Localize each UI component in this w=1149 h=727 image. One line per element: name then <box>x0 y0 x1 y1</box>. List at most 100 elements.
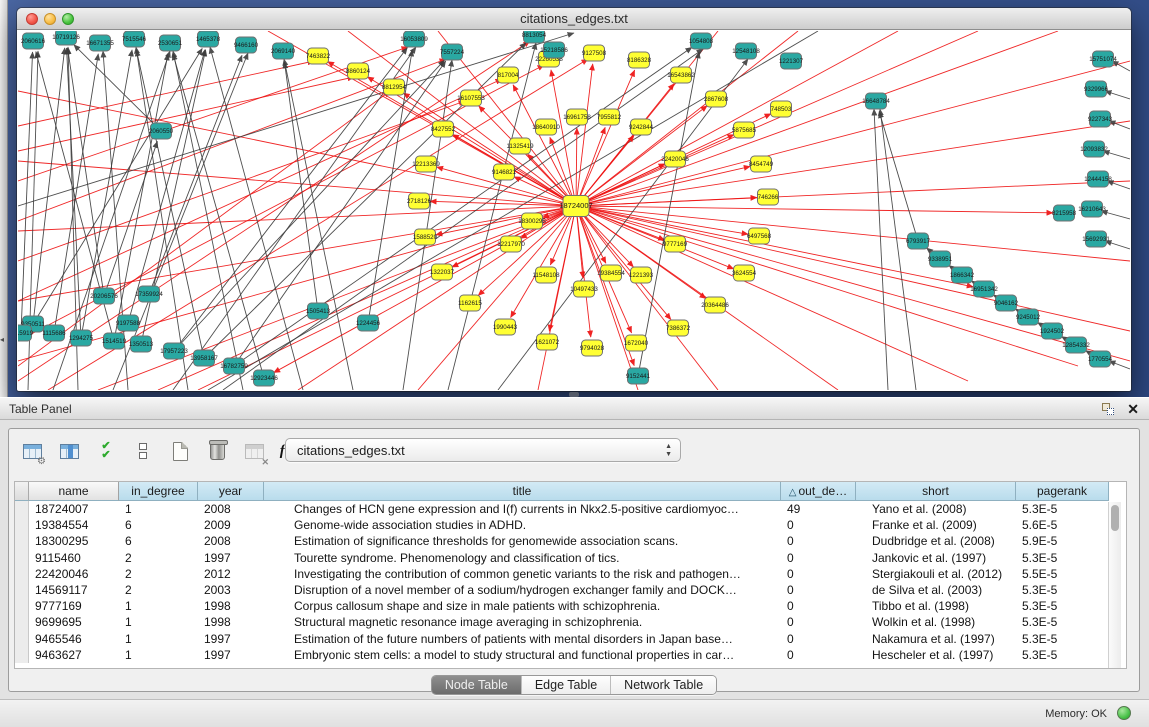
column-header-short[interactable]: short <box>856 482 1016 501</box>
cell-year: 1997 <box>198 631 264 647</box>
column-header-name[interactable]: name <box>29 482 119 501</box>
column-header-title[interactable]: title <box>264 482 781 501</box>
column-header-year[interactable]: year <box>198 482 264 501</box>
cell-out_de: 0 <box>781 598 856 614</box>
row-gutter <box>15 517 29 533</box>
cell-out_de: 49 <box>781 501 856 517</box>
window-titlebar[interactable]: citations_edges.txt <box>17 8 1131 30</box>
new-document-icon <box>173 442 188 461</box>
clear-selection-button[interactable] <box>130 438 156 464</box>
close-panel-icon[interactable]: ✕ <box>1127 401 1139 417</box>
graph-edge <box>284 59 353 390</box>
table-row[interactable]: 1456911722003Disruption of a novel membe… <box>15 582 1126 598</box>
delete-table-button[interactable]: ✕ <box>241 438 267 464</box>
cell-short: Dudbridge et al. (2008) <box>856 533 1016 549</box>
graph-node-label: 1224456 <box>356 320 381 327</box>
graph-node-label: 746266 <box>758 194 779 201</box>
create-column-button[interactable] <box>167 438 193 464</box>
delete-column-button[interactable] <box>204 438 230 464</box>
graph-edge <box>173 47 416 390</box>
cell-in_degree: 1 <box>119 614 198 630</box>
graph-node-label: 3915919 <box>18 330 34 337</box>
float-panel-icon[interactable] <box>1102 403 1115 416</box>
cell-name: 9465546 <box>29 631 119 647</box>
cell-title: Disruption of a novel member of a sodium… <box>264 582 781 598</box>
network-view[interactable]: 1872400774626664975683624554203644867386… <box>18 31 1130 390</box>
cell-in_degree: 1 <box>119 598 198 614</box>
table-row[interactable]: 946554611997Estimation of the future num… <box>15 631 1126 647</box>
cell-pagerank: 5.3E-5 <box>1016 631 1109 647</box>
graph-node-label: 1924502 <box>1040 328 1065 335</box>
graph-node-label: 9242844 <box>629 124 654 131</box>
tab-network-table[interactable]: Network Table <box>611 676 716 694</box>
cytoscape-screen: ◂ citations_edges.txt 187240077462666497… <box>0 0 1149 727</box>
tab-node-table[interactable]: Node Table <box>432 676 522 694</box>
network-window[interactable]: citations_edges.txt 18724007746266649756… <box>17 8 1131 391</box>
scrollbar-thumb[interactable] <box>1111 505 1119 531</box>
column-header-in_degree[interactable]: in_degree <box>119 482 198 501</box>
table-panel: Table Panel ✕ ⚙ ✔✔ <box>0 397 1149 699</box>
graph-node-label: 9046162 <box>994 300 1019 307</box>
window-zoom-button[interactable] <box>62 13 74 25</box>
table-row[interactable]: 1938455462009Genome-wide association stu… <box>15 517 1126 533</box>
sort-ascending-icon: △ <box>789 487 797 498</box>
table-mode-button[interactable]: ⚙ <box>19 438 45 464</box>
cell-year: 1998 <box>198 614 264 630</box>
row-gutter <box>15 550 29 566</box>
graph-edge <box>576 206 638 390</box>
table-panel-body: ⚙ ✔✔ ✕ <box>8 428 1140 692</box>
graph-node-label: 1322037 <box>430 269 455 276</box>
row-gutter <box>15 614 29 630</box>
row-gutter <box>15 566 29 582</box>
memory-ok-indicator[interactable] <box>1117 706 1131 720</box>
table-row[interactable]: 969969511998Structural magnetic resonanc… <box>15 614 1126 630</box>
select-rows-button[interactable]: ✔✔ <box>93 438 119 464</box>
window-close-button[interactable] <box>26 13 38 25</box>
cell-out_de: 0 <box>781 517 856 533</box>
cell-title: Estimation of the future numbers of pati… <box>264 631 781 647</box>
graph-node-label: 16210643 <box>1078 206 1106 213</box>
column-header-pagerank[interactable]: pagerank <box>1016 482 1109 501</box>
graph-node-label: 17359924 <box>135 291 163 298</box>
graph-node-label: 9152441 <box>626 373 651 380</box>
graph-node-label: 1350513 <box>129 341 154 348</box>
graph-node-label: 9197588 <box>116 320 141 327</box>
left-splitter[interactable]: ◂ <box>0 0 8 397</box>
column-visibility-button[interactable] <box>56 438 82 464</box>
graph-node-label: 11548108 <box>532 272 560 279</box>
graph-node-label: 7463822 <box>306 53 331 60</box>
table-row[interactable]: 977716911998Corpus callosum shape and si… <box>15 598 1126 614</box>
column-header-out_de[interactable]: △out_de… <box>781 482 856 501</box>
network-desktop: ◂ citations_edges.txt 187240077462666497… <box>0 0 1149 397</box>
table-row[interactable]: 2242004622012Investigating the contribut… <box>15 566 1126 582</box>
graph-node-label: 7515546 <box>122 36 147 43</box>
network-graph[interactable]: 1872400774626664975683624554203644867386… <box>18 31 1130 390</box>
table-row[interactable]: 911546021997Tourette syndrome. Phenomeno… <box>15 550 1126 566</box>
graph-node-label: 16053809 <box>400 36 428 43</box>
row-gutter <box>15 533 29 549</box>
graph-edge <box>880 109 916 390</box>
graph-node-label: 17957223 <box>160 348 188 355</box>
row-gutter <box>15 501 29 517</box>
cell-year: 2008 <box>198 501 264 517</box>
graph-edge <box>430 201 576 206</box>
cell-year: 1998 <box>198 598 264 614</box>
graph-node-label: 8860124 <box>346 68 371 75</box>
splitter-collapse-icon[interactable]: ◂ <box>0 336 4 344</box>
graph-edge <box>18 91 576 206</box>
graph-node-label: 1294275 <box>69 335 94 342</box>
table-scrollbar[interactable] <box>1108 502 1121 668</box>
table-selector[interactable]: citations_edges.txt ▲▼ <box>285 438 681 462</box>
window-minimize-button[interactable] <box>44 13 56 25</box>
table-row[interactable]: 1830029562008Estimation of significance … <box>15 533 1126 549</box>
trash-icon <box>210 442 225 460</box>
table-row[interactable]: 946362711997Embryonic stem cells: a mode… <box>15 647 1126 663</box>
graph-node-label: 22420046 <box>661 156 689 163</box>
table-row[interactable]: 1872400712008Changes of HCN gene express… <box>15 501 1126 517</box>
graph-node-label: 1221393 <box>629 272 654 279</box>
graph-node-label: 20364486 <box>701 302 729 309</box>
tab-edge-table[interactable]: Edge Table <box>522 676 611 694</box>
cell-short: Yano et al. (2008) <box>856 501 1016 517</box>
cell-short: Nakamura et al. (1997) <box>856 631 1016 647</box>
graph-node-label: 1588520 <box>413 234 438 241</box>
